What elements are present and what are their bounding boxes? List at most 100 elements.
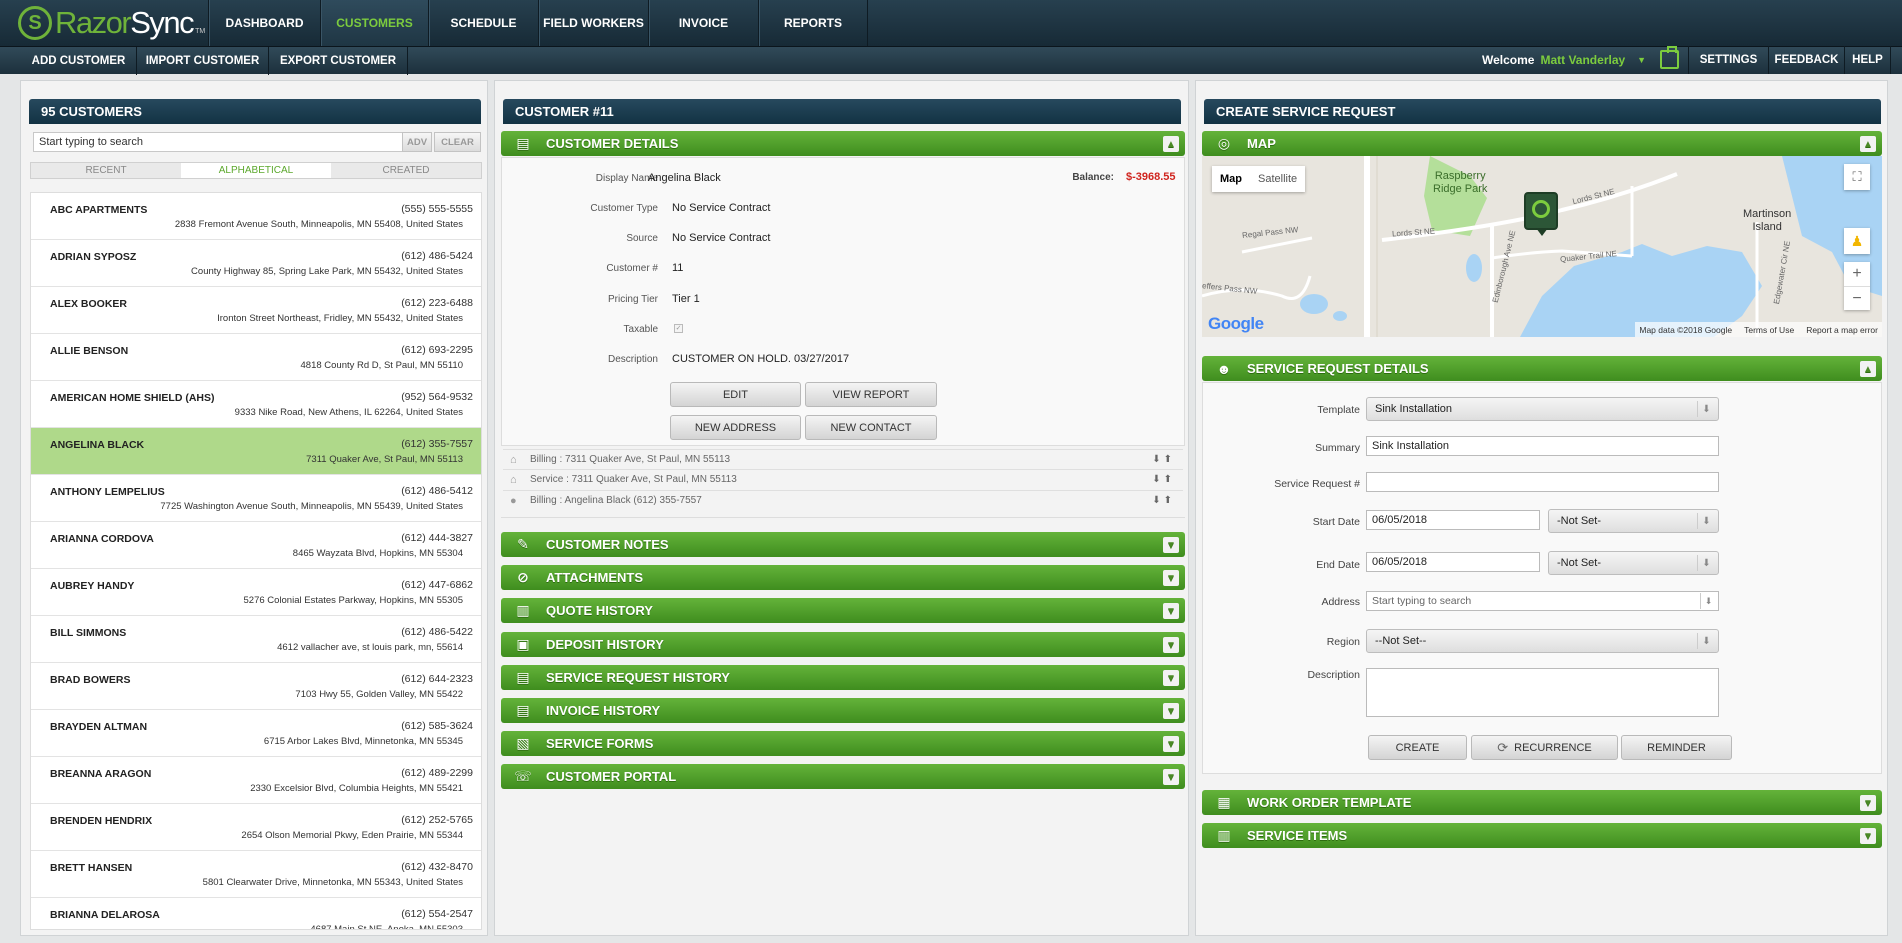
zoom-in-icon[interactable]: +	[1844, 262, 1870, 286]
map-location-pin[interactable]	[1524, 192, 1558, 236]
help-link[interactable]: HELP	[1844, 46, 1891, 74]
customer-row[interactable]: ABC APARTMENTS (555) 555-5555 2838 Fremont…	[31, 193, 481, 240]
customer-row[interactable]: BILL SIMMONS (612) 486-5422 4612 vallacher…	[31, 616, 481, 663]
customer-row[interactable]: BRIANNA DELAROSA (612) 554-2547 4687 Main …	[31, 898, 481, 929]
service-request-details-bar[interactable]: ☻ SERVICE REQUEST DETAILS ▲	[1202, 356, 1882, 381]
satellite-view-button[interactable]: Satellite	[1250, 166, 1305, 192]
terms-of-use-link[interactable]: Terms of Use	[1744, 325, 1794, 335]
settings-link[interactable]: SETTINGS	[1688, 46, 1768, 74]
welcome-user[interactable]: Welcome Matt Vanderlay ▼	[1482, 46, 1646, 74]
new-contact-button[interactable]: NEW CONTACT	[805, 415, 937, 440]
expand-icon[interactable]: ▼	[1860, 795, 1876, 811]
expand-icon[interactable]: ▼	[1163, 703, 1179, 719]
section-bar[interactable]: ▤ SERVICE REQUEST HISTORY ▼	[501, 665, 1185, 690]
collapse-icon[interactable]: ▲	[1163, 136, 1179, 152]
chevron-down-icon[interactable]: ▼	[1637, 55, 1646, 65]
work-order-template-title: WORK ORDER TEMPLATE	[1247, 795, 1412, 810]
taxable-checkbox[interactable]: ✓	[674, 324, 683, 333]
reminder-button[interactable]: REMINDER	[1621, 735, 1732, 760]
new-address-button[interactable]: NEW ADDRESS	[670, 415, 801, 440]
nav-reports[interactable]: REPORTS	[758, 0, 868, 46]
customer-row[interactable]: ALLIE BENSON (612) 693-2295 4818 County Rd…	[31, 334, 481, 381]
service-items-bar[interactable]: ▥ SERVICE ITEMS ▼	[1202, 823, 1882, 848]
collapse-icon[interactable]: ▲	[1860, 361, 1876, 377]
customer-details-bar[interactable]: ▤ CUSTOMER DETAILS ▲	[501, 131, 1185, 156]
nav-invoice[interactable]: INVOICE	[648, 0, 758, 46]
end-date-input[interactable]: 06/05/2018	[1366, 552, 1540, 572]
move-arrows-icon[interactable]: ⬇⬆	[1152, 495, 1175, 506]
customer-row[interactable]: ANGELINA BLACK (612) 355-7557 7311 Quaker …	[31, 428, 481, 475]
street-view-pegman-icon[interactable]: ♟	[1844, 228, 1870, 254]
billing-contact-row[interactable]: ● Billing : Angelina Black (612) 355-7557…	[503, 490, 1183, 510]
customer-row[interactable]: BRENDEN HENDRIX (612) 252-5765 2654 Olson …	[31, 804, 481, 851]
recurrence-button[interactable]: ⟳ RECURRENCE	[1471, 735, 1618, 760]
collapse-icon[interactable]: ▲	[1860, 136, 1876, 152]
razorsync-logo[interactable]: S Razor Sync TM	[18, 5, 205, 41]
customer-row[interactable]: BRAD BOWERS (612) 644-2323 7103 Hwy 55, Go…	[31, 663, 481, 710]
start-date-input[interactable]: 06/05/2018	[1366, 510, 1540, 530]
advanced-search-button[interactable]: ADV	[402, 132, 432, 152]
service-address-row[interactable]: ⌂ Service : 7311 Quaker Ave, St Paul, MN …	[503, 469, 1183, 489]
customer-search-input[interactable]: Start typing to search	[33, 132, 431, 152]
expand-icon[interactable]: ▼	[1860, 828, 1876, 844]
tab-created[interactable]: CREATED	[331, 163, 481, 178]
customer-map[interactable]: Map Satellite Raspberry Ridge Park Lords …	[1202, 156, 1882, 337]
tab-recent[interactable]: RECENT	[31, 163, 181, 178]
map-footer: Map data ©2018 Google Terms of Use Repor…	[1635, 322, 1882, 337]
tab-alphabetical[interactable]: ALPHABETICAL	[181, 163, 331, 178]
user-name[interactable]: Matt Vanderlay	[1540, 53, 1625, 67]
section-bar[interactable]: ☏ CUSTOMER PORTAL ▼	[501, 764, 1185, 789]
description-textarea[interactable]	[1366, 668, 1719, 717]
expand-icon[interactable]: ▼	[1163, 736, 1179, 752]
nav-customers[interactable]: CUSTOMERS	[320, 0, 428, 46]
section-bar[interactable]: ✎ CUSTOMER NOTES ▼	[501, 532, 1185, 557]
service-request-number-input[interactable]	[1366, 472, 1719, 492]
customer-row[interactable]: ANTHONY LEMPELIUS (612) 486-5412 7725 Wash…	[31, 475, 481, 522]
section-bar[interactable]: ▧ SERVICE FORMS ▼	[501, 731, 1185, 756]
nav-field-workers[interactable]: FIELD WORKERS	[538, 0, 648, 46]
billing-address-row[interactable]: ⌂ Billing : 7311 Quaker Ave, St Paul, MN …	[503, 449, 1183, 469]
section-bar[interactable]: ▤ INVOICE HISTORY ▼	[501, 698, 1185, 723]
address-input[interactable]: Start typing to search ⬇	[1366, 591, 1719, 611]
end-time-select[interactable]: -Not Set- ⬇	[1548, 551, 1719, 575]
feedback-link[interactable]: FEEDBACK	[1768, 46, 1844, 74]
view-report-button[interactable]: VIEW REPORT	[805, 382, 937, 407]
customer-row[interactable]: AUBREY HANDY (612) 447-6862 5276 Colonial …	[31, 569, 481, 616]
section-title: INVOICE HISTORY	[546, 703, 661, 718]
end-time-value: -Not Set-	[1557, 557, 1602, 569]
section-bar[interactable]: ▥ QUOTE HISTORY ▼	[501, 598, 1185, 623]
section-bar[interactable]: ▣ DEPOSIT HISTORY ▼	[501, 632, 1185, 657]
create-button[interactable]: CREATE	[1368, 735, 1467, 760]
report-map-error-link[interactable]: Report a map error	[1806, 325, 1878, 335]
nav-dashboard[interactable]: DASHBOARD	[208, 0, 320, 46]
expand-icon[interactable]: ▼	[1163, 537, 1179, 553]
map-bar[interactable]: ◎ MAP ▲	[1202, 131, 1882, 156]
summary-input[interactable]: Sink Installation	[1366, 436, 1719, 456]
add-customer-button[interactable]: ADD CUSTOMER	[21, 47, 137, 75]
fullscreen-icon[interactable]: ⛶	[1844, 164, 1870, 190]
customer-row[interactable]: ALEX BOOKER (612) 223-6488 Ironton Street …	[31, 287, 481, 334]
expand-icon[interactable]: ▼	[1163, 769, 1179, 785]
customer-row[interactable]: BRAYDEN ALTMAN (612) 585-3624 6715 Arbor L…	[31, 710, 481, 757]
import-customer-button[interactable]: IMPORT CUSTOMER	[137, 47, 269, 75]
nav-schedule[interactable]: SCHEDULE	[428, 0, 538, 46]
customer-row[interactable]: BRETT HANSEN (612) 432-8470 5801 Clearwate…	[31, 851, 481, 898]
customer-row[interactable]: AMERICAN HOME SHIELD (AHS) (952) 564-9532…	[31, 381, 481, 428]
customer-row[interactable]: ADRIAN SYPOSZ (612) 486-5424 County Highwa…	[31, 240, 481, 287]
expand-icon[interactable]: ▼	[1163, 570, 1179, 586]
template-select[interactable]: Sink Installation ⬇	[1366, 397, 1719, 421]
edit-button[interactable]: EDIT	[670, 382, 801, 407]
move-arrows-icon[interactable]: ⬇⬆	[1152, 454, 1175, 465]
map-view-button[interactable]: Map	[1212, 166, 1250, 192]
map-type-toggle: Map Satellite	[1212, 166, 1306, 192]
section-bar[interactable]: ⊘ ATTACHMENTS ▼	[501, 565, 1185, 590]
work-order-template-bar[interactable]: ▦ WORK ORDER TEMPLATE ▼	[1202, 790, 1882, 815]
clear-search-button[interactable]: CLEAR	[434, 132, 481, 152]
zoom-out-icon[interactable]: −	[1844, 286, 1870, 310]
briefcase-icon[interactable]	[1660, 46, 1679, 69]
customer-row[interactable]: ARIANNA CORDOVA (612) 444-3827 8465 Wayzat…	[31, 522, 481, 569]
region-select[interactable]: --Not Set-- ⬇	[1366, 629, 1719, 653]
export-customer-button[interactable]: EXPORT CUSTOMER	[269, 47, 408, 75]
customer-row[interactable]: BREANNA ARAGON (612) 489-2299 2330 Excelsi…	[31, 757, 481, 804]
start-time-select[interactable]: -Not Set- ⬇	[1548, 509, 1719, 533]
